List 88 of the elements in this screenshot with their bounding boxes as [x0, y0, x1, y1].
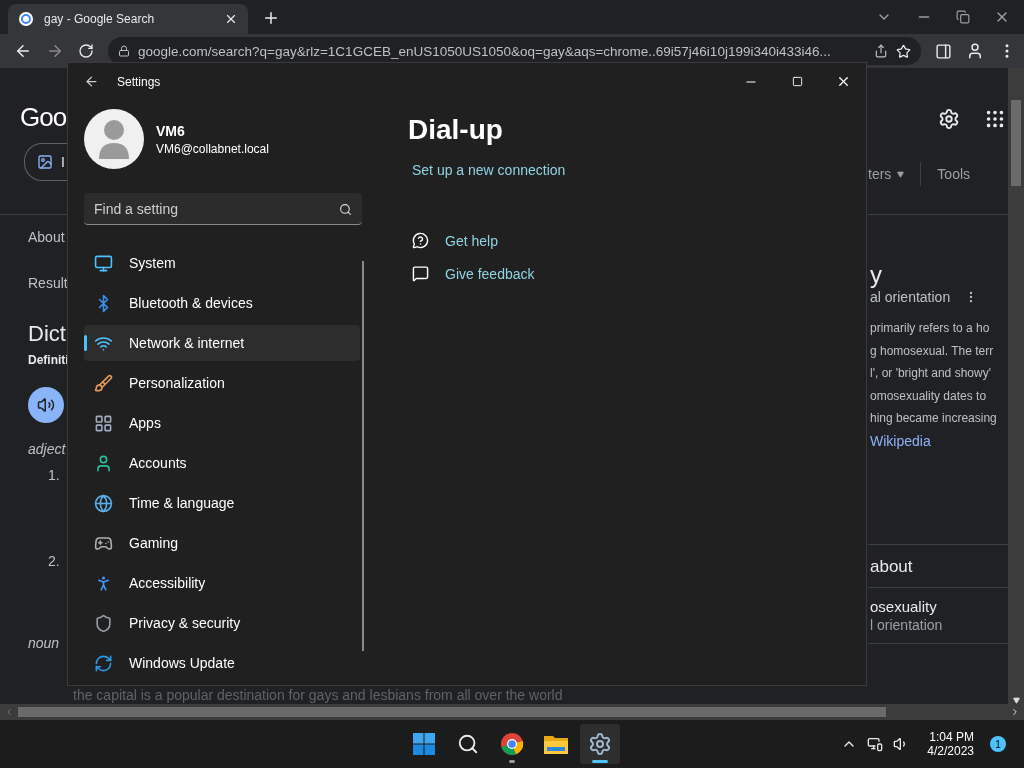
privacy-icon [94, 613, 113, 633]
scroll-right-icon[interactable] [1010, 707, 1020, 717]
image-icon [37, 154, 53, 170]
user-email: VM6@collabnet.local [156, 141, 269, 156]
description-line: primarily refers to a ho [870, 321, 990, 335]
description-line: hing became increasing [870, 411, 997, 425]
page-title: Dial-up [408, 114, 504, 146]
share-icon[interactable] [874, 44, 888, 58]
tools-link[interactable]: Tools [937, 166, 971, 182]
reload-icon[interactable] [78, 43, 94, 59]
setup-link[interactable]: Set up a new connection [412, 162, 866, 178]
search-icon[interactable] [457, 733, 479, 755]
side-panel-icon[interactable] [935, 42, 952, 60]
scroll-down-icon[interactable] [1012, 697, 1020, 704]
forward-icon[interactable] [46, 42, 64, 60]
results-text: Result [28, 275, 67, 291]
folder-icon[interactable] [543, 733, 569, 755]
nav-item[interactable]: Windows Update [84, 645, 360, 681]
scrollbar[interactable] [362, 261, 364, 651]
back-icon[interactable] [84, 74, 99, 89]
user-name: VM6 [156, 122, 186, 139]
description-line: l', or 'bright and showy' [870, 366, 991, 380]
part-of-speech: noun [28, 635, 61, 651]
nav-item[interactable]: Personalization [84, 365, 360, 401]
nav-item[interactable]: Gaming [84, 525, 360, 561]
network-icon[interactable] [867, 736, 884, 752]
apps-grid-icon[interactable] [984, 108, 1006, 130]
scrollbar[interactable] [1008, 68, 1024, 704]
browser-tab[interactable]: gay - Google Search [8, 4, 248, 34]
about-text: About [28, 229, 66, 245]
related-title: osexuality [870, 597, 938, 615]
list-number: 1. [48, 467, 61, 483]
part-of-speech: adject [28, 441, 67, 457]
panel-title: y [870, 261, 883, 289]
feedback-icon [412, 265, 429, 282]
nav-item[interactable]: Apps [84, 405, 360, 441]
lock-icon [118, 45, 130, 57]
avatar [84, 109, 144, 169]
window-title: Settings [117, 74, 161, 89]
notification-badge[interactable]: 1 [990, 736, 1006, 752]
scroll-thumb[interactable] [1011, 100, 1021, 186]
list-number: 2. [48, 553, 61, 569]
nav-item[interactable]: Network & internet [84, 325, 360, 361]
related-subtitle: l orientation [870, 616, 944, 633]
settings-icon[interactable] [938, 108, 960, 130]
logo-text: Goo [20, 101, 67, 133]
apps-icon [94, 413, 113, 433]
nav-item[interactable]: Bluetooth & devices [84, 285, 360, 321]
nav-item[interactable]: Privacy & security [84, 605, 360, 641]
help-icon [412, 232, 429, 249]
section-heading: about [870, 556, 914, 577]
settings-icon[interactable] [588, 732, 612, 756]
speaker-button[interactable] [28, 387, 64, 423]
example-sentence: the capital is a popular destination for gays and lesbians from all over the world [73, 687, 563, 703]
nav-item[interactable]: System [84, 245, 360, 281]
close-icon[interactable] [224, 12, 238, 26]
scrollbar[interactable] [0, 704, 1024, 720]
search-icon [339, 203, 352, 216]
section-heading: Dict [28, 321, 67, 347]
chrome-icon[interactable] [500, 732, 524, 756]
panel-subtitle: al orientation [870, 289, 951, 305]
google-icon [18, 11, 34, 27]
clock[interactable]: 1:04 PM 4/2/2023 [927, 730, 974, 758]
description-line: g homosexual. The terr [870, 343, 994, 358]
description-line: omosexuality dates to [870, 388, 987, 403]
source-link[interactable]: Wikipedia [870, 429, 1008, 452]
new-tab-icon[interactable] [262, 9, 280, 27]
search-field[interactable]: Find a setting [84, 193, 362, 225]
back-icon[interactable] [14, 42, 32, 60]
windows-start-icon[interactable] [412, 732, 436, 756]
system-icon [94, 253, 113, 273]
address-bar[interactable]: google.com/search?q=gay&rlz=1C1GCEB_enUS1050US1050&oq=gay&aqs=chrome..69i57j46i10j199i340i433i46... [108, 37, 921, 65]
restore-icon[interactable] [956, 10, 970, 24]
dropdown-icon [897, 170, 905, 178]
maximize-icon[interactable] [791, 76, 803, 87]
personalization-icon [94, 373, 113, 393]
accounts-icon [94, 453, 113, 473]
star-icon[interactable] [896, 43, 911, 59]
nav-item[interactable]: Time & language [84, 485, 360, 521]
profile-icon[interactable] [966, 42, 984, 60]
nav-item[interactable]: Accounts [84, 445, 360, 481]
nav-item[interactable]: Accessibility [84, 565, 360, 601]
update-icon [94, 653, 113, 673]
scroll-thumb[interactable] [18, 707, 886, 717]
help-link[interactable]: Get help [445, 232, 498, 249]
help-link[interactable]: Give feedback [445, 265, 535, 282]
speaker-icon [37, 396, 55, 414]
filters-text[interactable]: ters [868, 166, 892, 182]
